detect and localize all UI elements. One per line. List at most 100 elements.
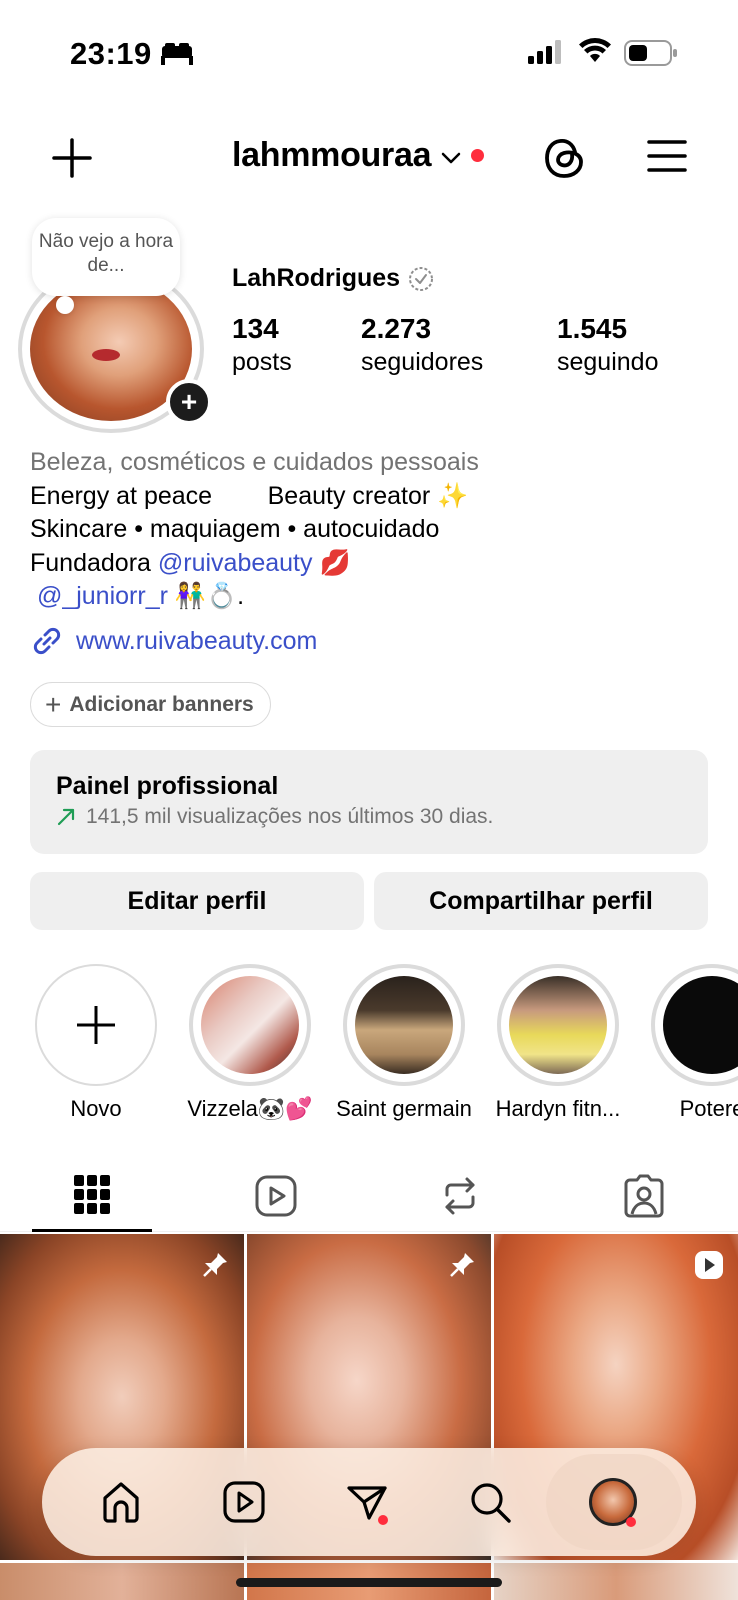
nav-direct[interactable] bbox=[340, 1475, 394, 1529]
panel-subtitle: 141,5 mil visualizações nos últimos 30 d… bbox=[86, 805, 494, 828]
stat-value: 2.273 bbox=[361, 313, 432, 344]
menu-hamburger-icon[interactable] bbox=[646, 138, 688, 174]
bio-text: 👫💍. bbox=[167, 582, 245, 610]
stat-posts[interactable]: 134 posts bbox=[232, 312, 292, 378]
highlight-new[interactable]: Novo bbox=[16, 964, 176, 1122]
search-icon bbox=[471, 1483, 511, 1523]
bottom-tab-bar bbox=[42, 1448, 696, 1556]
stat-label: seguindo bbox=[557, 348, 659, 376]
add-banners-label: Adicionar banners bbox=[69, 692, 254, 716]
stat-followers[interactable]: 2.273 seguidores bbox=[361, 312, 483, 378]
highlight-cover bbox=[663, 976, 738, 1074]
highlight-ring bbox=[651, 964, 738, 1086]
nav-reels[interactable] bbox=[217, 1475, 271, 1529]
tagged-icon bbox=[624, 1174, 664, 1218]
profile-bio: Beleza, cosméticos e cuidados pessoais E… bbox=[30, 446, 720, 614]
bio-text: 💋 bbox=[312, 548, 351, 577]
share-profile-button[interactable]: Compartilhar perfil bbox=[374, 872, 708, 930]
bio-website-link[interactable]: www.ruivabeauty.com bbox=[30, 624, 317, 658]
wifi-icon bbox=[579, 38, 611, 62]
new-post-plus-icon[interactable] bbox=[48, 134, 96, 182]
bio-line: Skincare • maquiagem • autocuidado bbox=[30, 515, 440, 543]
cellular-signal-icon bbox=[528, 40, 561, 64]
post-thumbnail[interactable] bbox=[0, 1563, 244, 1600]
threads-icon[interactable] bbox=[542, 132, 588, 182]
highlight-ring bbox=[343, 964, 465, 1086]
website-url: www.ruivabeauty.com bbox=[76, 626, 318, 655]
display-name: LahRodrigues bbox=[232, 264, 434, 293]
reels-icon bbox=[223, 1481, 265, 1523]
reel-badge-icon bbox=[695, 1251, 723, 1279]
reposts-icon bbox=[445, 1177, 475, 1215]
highlight-label: Vizzela🐼💕 bbox=[187, 1096, 313, 1121]
highlight-item[interactable]: Hardyn fitn... bbox=[478, 964, 638, 1122]
profile-actions: Editar perfil Compartilhar perfil bbox=[30, 872, 708, 930]
highlight-item[interactable]: Saint germain bbox=[324, 964, 484, 1122]
plus-icon: + bbox=[45, 688, 62, 720]
highlight-ring bbox=[497, 964, 619, 1086]
profile-header: lahmmouraa bbox=[0, 120, 738, 200]
status-time: 23:19 bbox=[70, 36, 152, 71]
highlight-label: Potere bbox=[679, 1096, 738, 1121]
edit-profile-button[interactable]: Editar perfil bbox=[30, 872, 364, 930]
bio-category: Beleza, cosméticos e cuidados pessoais bbox=[30, 448, 479, 476]
highlight-label: Hardyn fitn... bbox=[495, 1096, 621, 1121]
stat-following[interactable]: 1.545 seguindo bbox=[557, 312, 658, 378]
highlight-item[interactable]: Potere bbox=[632, 964, 738, 1122]
home-icon bbox=[103, 1482, 139, 1523]
tab-reels[interactable] bbox=[216, 1160, 336, 1232]
highlight-ring bbox=[189, 964, 311, 1086]
tab-tagged[interactable] bbox=[584, 1160, 704, 1232]
profile-content-tabs bbox=[0, 1160, 738, 1232]
share-profile-label: Compartilhar perfil bbox=[429, 886, 653, 915]
bio-line: Energy at peace Beauty creator ✨ bbox=[30, 481, 469, 510]
nav-home[interactable] bbox=[94, 1475, 148, 1529]
bio-mention-link[interactable]: @ruivabeauty bbox=[158, 549, 313, 577]
professional-dashboard-card[interactable]: Painel profissional 141,5 mil visualizaç… bbox=[30, 750, 708, 854]
stat-value: 134 bbox=[232, 313, 279, 344]
grid-icon bbox=[74, 1174, 110, 1214]
stat-label: posts bbox=[232, 348, 292, 376]
note-bubble[interactable]: Não vejo a hora de... bbox=[32, 218, 180, 296]
highlight-cover bbox=[201, 976, 299, 1074]
meta-verified-badge-icon[interactable] bbox=[408, 266, 434, 292]
post-thumbnail[interactable] bbox=[494, 1563, 738, 1600]
highlight-cover bbox=[355, 976, 453, 1074]
notification-dot bbox=[626, 1517, 636, 1527]
nav-search[interactable] bbox=[463, 1475, 517, 1529]
bed-icon bbox=[161, 43, 193, 65]
highlight-ring bbox=[35, 964, 157, 1086]
tab-posts-grid[interactable] bbox=[32, 1160, 152, 1232]
reels-icon bbox=[255, 1175, 297, 1217]
highlight-item[interactable]: Vizzela🐼💕 bbox=[170, 964, 330, 1122]
trend-up-arrow-icon bbox=[57, 808, 75, 826]
panel-title: Painel profissional bbox=[56, 772, 279, 800]
notification-dot bbox=[471, 149, 485, 162]
home-indicator bbox=[236, 1578, 502, 1587]
note-text: Não vejo a hora de... bbox=[38, 231, 174, 276]
status-bar: 23:19 bbox=[0, 0, 738, 100]
chevron-down-icon bbox=[441, 152, 461, 163]
bio-line: Fundadora @ruivabeauty 💋 bbox=[30, 547, 720, 581]
bio-mention-link[interactable]: @_juniorr_r bbox=[30, 582, 168, 610]
plus-icon bbox=[77, 1006, 115, 1044]
battery-icon bbox=[624, 40, 677, 66]
header-username: lahmmouraa bbox=[232, 136, 432, 174]
display-name-text: LahRodrigues bbox=[232, 264, 401, 292]
highlight-cover bbox=[509, 976, 607, 1074]
pinned-icon bbox=[450, 1253, 474, 1277]
panel-subtitle-row: 141,5 mil visualizações nos últimos 30 d… bbox=[56, 805, 682, 829]
tab-reposts[interactable] bbox=[400, 1160, 520, 1232]
profile-stats: 134 posts 2.273 seguidores 1.545 seguind… bbox=[232, 312, 712, 382]
add-story-plus-icon[interactable]: + bbox=[166, 379, 212, 425]
edit-profile-label: Editar perfil bbox=[127, 886, 267, 915]
story-highlights: Novo Vizzela🐼💕 Saint germain Hardyn fitn… bbox=[0, 964, 738, 1124]
add-banners-button[interactable]: + Adicionar banners bbox=[30, 682, 271, 727]
account-switcher[interactable]: lahmmouraa bbox=[232, 136, 485, 175]
pinned-icon bbox=[203, 1253, 227, 1277]
nav-profile[interactable] bbox=[586, 1475, 640, 1529]
bio-line: @_juniorr_r 👫💍. bbox=[30, 580, 720, 614]
bio-text: Fundadora bbox=[30, 548, 158, 577]
stat-label: seguidores bbox=[361, 348, 484, 376]
highlight-label: Saint germain bbox=[336, 1096, 472, 1121]
